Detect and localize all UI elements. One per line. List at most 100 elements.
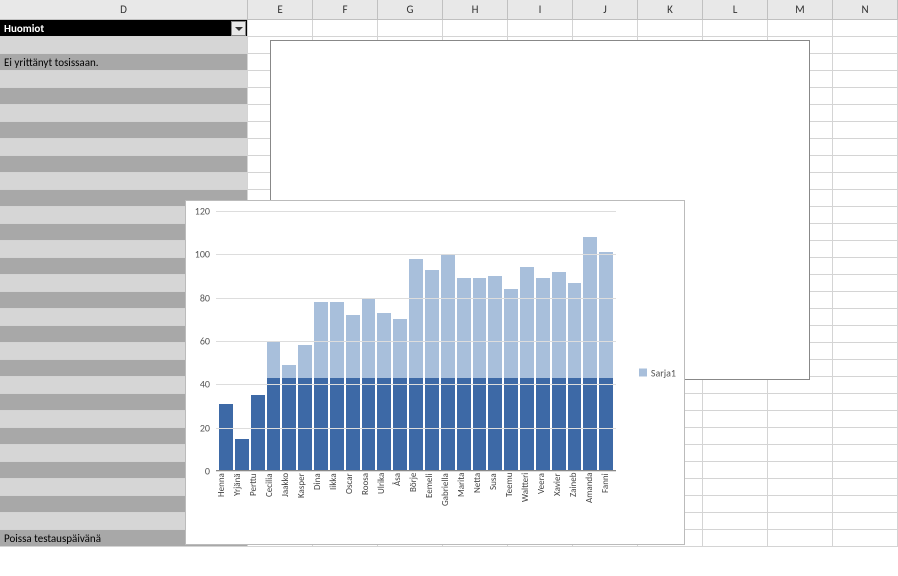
cell[interactable] (703, 462, 768, 479)
col-header-e[interactable]: E (248, 0, 313, 19)
cell[interactable] (833, 428, 898, 445)
cell[interactable] (833, 241, 898, 258)
chart-bar[interactable] (425, 378, 439, 471)
cell[interactable] (833, 207, 898, 224)
cell[interactable] (833, 377, 898, 394)
chart-bar[interactable] (251, 395, 265, 471)
cell[interactable] (833, 479, 898, 496)
cell[interactable] (768, 411, 833, 428)
cell[interactable] (768, 479, 833, 496)
col-header-l[interactable]: L (703, 0, 768, 19)
cell[interactable] (833, 71, 898, 88)
cell[interactable] (833, 496, 898, 513)
cell[interactable] (833, 343, 898, 360)
cell[interactable] (833, 445, 898, 462)
data-cell-d[interactable] (0, 139, 248, 156)
data-cell-d[interactable] (0, 156, 248, 173)
cell[interactable] (833, 20, 898, 37)
col-header-h[interactable]: H (443, 0, 508, 19)
cell[interactable] (833, 292, 898, 309)
cell[interactable] (833, 411, 898, 428)
cell[interactable] (768, 445, 833, 462)
cell[interactable] (703, 20, 768, 37)
cell[interactable] (768, 496, 833, 513)
data-cell-d[interactable]: Ei yrittänyt tosissaan. (0, 54, 248, 71)
chart-bar[interactable] (473, 378, 487, 471)
data-cell-d[interactable] (0, 122, 248, 139)
chart-bar[interactable] (457, 378, 471, 471)
chart-bar[interactable] (298, 378, 312, 471)
data-cell-d[interactable] (0, 105, 248, 122)
col-header-k[interactable]: K (638, 0, 703, 19)
cell[interactable] (768, 20, 833, 37)
chart-bar[interactable] (219, 404, 233, 471)
cell[interactable] (703, 530, 768, 547)
cell[interactable] (703, 513, 768, 530)
cell[interactable] (248, 20, 313, 37)
cell[interactable] (833, 54, 898, 71)
cell[interactable] (833, 156, 898, 173)
cell[interactable] (703, 479, 768, 496)
chart-bar[interactable] (520, 378, 534, 471)
chart-bar[interactable] (235, 439, 249, 472)
chart-bar[interactable] (583, 378, 597, 471)
cell[interactable] (833, 224, 898, 241)
chart-bar[interactable] (362, 378, 376, 471)
cell[interactable] (768, 428, 833, 445)
chart-bar[interactable] (409, 378, 423, 471)
cell[interactable] (833, 88, 898, 105)
chart-bar[interactable] (393, 378, 407, 471)
cell[interactable] (443, 20, 508, 37)
cell[interactable] (313, 20, 378, 37)
cell[interactable] (703, 394, 768, 411)
cell[interactable] (833, 258, 898, 275)
data-cell-d[interactable] (0, 71, 248, 88)
filter-dropdown-icon[interactable] (231, 21, 246, 36)
cell[interactable] (833, 105, 898, 122)
cell[interactable] (508, 20, 573, 37)
cell[interactable] (768, 462, 833, 479)
chart-bar[interactable] (568, 378, 582, 471)
chart-bar[interactable] (504, 378, 518, 471)
cell[interactable] (768, 394, 833, 411)
data-cell-d[interactable] (0, 88, 248, 105)
col-header-i[interactable]: I (508, 0, 573, 19)
cell[interactable] (703, 428, 768, 445)
col-header-g[interactable]: G (378, 0, 443, 19)
cell[interactable] (573, 20, 638, 37)
chart-bar[interactable] (488, 378, 502, 471)
cell[interactable] (703, 496, 768, 513)
cell[interactable] (833, 360, 898, 377)
chart-bar[interactable] (599, 378, 613, 471)
col-header-f[interactable]: F (313, 0, 378, 19)
cell[interactable] (378, 20, 443, 37)
chart-bar[interactable] (552, 378, 566, 471)
cell[interactable] (833, 275, 898, 292)
cell[interactable] (833, 37, 898, 54)
cell[interactable] (833, 190, 898, 207)
chart-bar[interactable] (536, 378, 550, 471)
chart-bar[interactable] (377, 378, 391, 471)
col-header-j[interactable]: J (573, 0, 638, 19)
chart-bar[interactable] (314, 378, 328, 471)
chart-bar[interactable] (346, 378, 360, 471)
data-cell-d[interactable] (0, 173, 248, 190)
cell[interactable] (833, 530, 898, 547)
filter-header-huomiot[interactable]: Huomiot (0, 20, 248, 37)
cell[interactable] (833, 309, 898, 326)
cell[interactable] (833, 326, 898, 343)
cell[interactable] (833, 462, 898, 479)
cell[interactable] (833, 173, 898, 190)
chart-bar[interactable] (282, 378, 296, 471)
col-header-m[interactable]: M (768, 0, 833, 19)
data-cell-d[interactable] (0, 37, 248, 54)
cell[interactable] (703, 411, 768, 428)
chart-bar[interactable] (330, 378, 344, 471)
cell[interactable] (833, 394, 898, 411)
col-header-n[interactable]: N (833, 0, 898, 19)
cell[interactable] (833, 139, 898, 156)
cell[interactable] (703, 445, 768, 462)
cell[interactable] (768, 530, 833, 547)
cell[interactable] (833, 513, 898, 530)
chart-bar[interactable] (441, 378, 455, 471)
